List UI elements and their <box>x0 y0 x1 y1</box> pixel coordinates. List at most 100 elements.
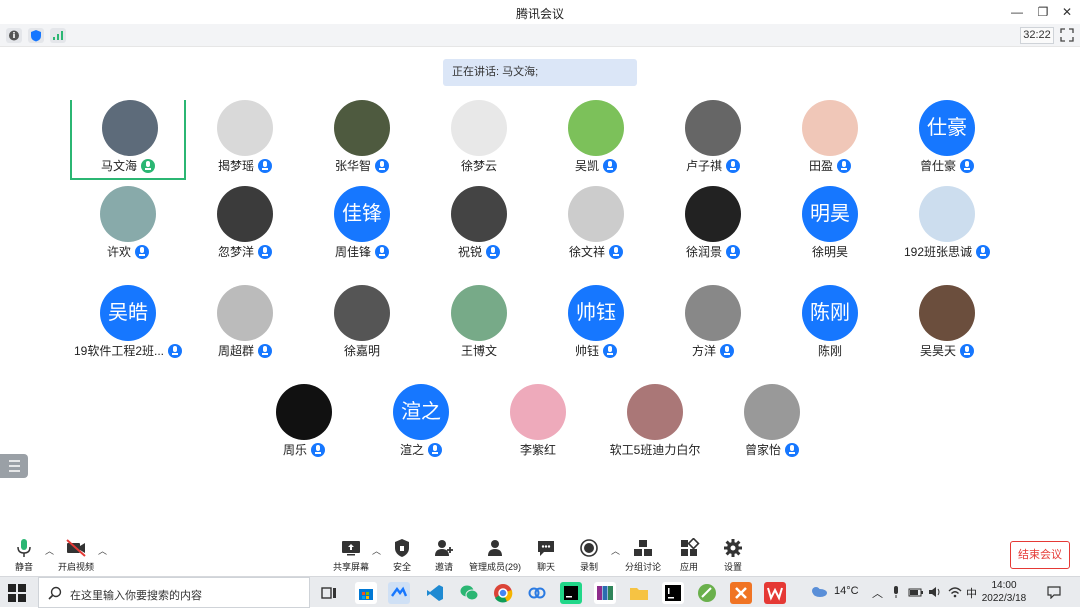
avatar <box>217 186 273 242</box>
chat-label: 聊天 <box>536 562 555 572</box>
notification-icon[interactable] <box>1046 585 1062 602</box>
taskbar-search[interactable]: 在这里输入你要搜索的内容 <box>38 577 310 608</box>
participant-name-row: 周佳锋 <box>304 243 420 261</box>
participant-name-row: 徐明昊 <box>772 243 888 261</box>
wps-icon[interactable] <box>764 582 786 604</box>
chrome-icon[interactable] <box>492 582 514 604</box>
participant-name-row: 192班张思诚 <box>889 243 1005 261</box>
wechat-icon[interactable] <box>458 582 480 604</box>
weather-icon[interactable] <box>810 584 828 601</box>
avatar-initials: 帅钰 <box>576 302 616 324</box>
xampp-icon[interactable] <box>730 582 752 604</box>
participant-tile[interactable]: 徐文祥 <box>538 186 654 266</box>
record-icon <box>580 539 598 557</box>
participant-name: 软工5班迪力白尔 <box>609 443 701 457</box>
participant-name-row: 卢子祺 <box>655 157 771 175</box>
participant-tile[interactable]: 周超群 <box>187 285 303 365</box>
participant-tile[interactable]: 明昊 徐明昊 <box>772 186 888 266</box>
search-icon <box>48 586 62 600</box>
baidu-netdisk-icon[interactable] <box>526 582 548 604</box>
task-view-icon[interactable] <box>318 582 340 604</box>
participant-name-row: 陈刚 <box>772 342 888 360</box>
participant-tile[interactable]: 徐梦云 <box>421 100 537 180</box>
invite-button[interactable]: 邀请 <box>416 538 472 573</box>
winrar-icon[interactable] <box>594 582 616 604</box>
participant-tile[interactable]: 方洋 <box>655 285 771 365</box>
participant-tile[interactable]: 张华智 <box>304 100 420 180</box>
shield-icon[interactable] <box>28 28 44 43</box>
system-clock[interactable]: 14:00 2022/3/18 <box>976 579 1032 605</box>
close-icon[interactable]: ✕ <box>1056 3 1078 21</box>
participant-name-row: 软工5班迪力白尔 <box>597 441 713 459</box>
wifi-icon[interactable] <box>947 585 963 602</box>
share-screen-button[interactable]: 共享屏幕 <box>323 538 379 573</box>
participant-tile[interactable]: 李紫红 <box>480 384 596 464</box>
participant-tile[interactable]: 仕豪 曾仕豪 <box>889 100 1005 180</box>
participant-name-row: 马文海 <box>72 157 184 175</box>
fullscreen-icon[interactable] <box>1060 28 1074 42</box>
participant-tile[interactable]: 曾家怡 <box>714 384 830 464</box>
end-meeting-button[interactable]: 结束会议 <box>1010 541 1070 569</box>
avatar: 仕豪 <box>919 100 975 156</box>
info-icon[interactable] <box>6 28 22 43</box>
participant-tile[interactable]: 王博文 <box>421 285 537 365</box>
microphone-icon <box>603 343 617 358</box>
participant-name: 许欢 <box>106 245 131 259</box>
microphone-icon <box>486 244 500 259</box>
weather-temp[interactable]: 14°C <box>834 585 859 597</box>
restore-icon[interactable]: ❐ <box>1032 3 1054 21</box>
video-options-chevron-icon[interactable]: ︿ <box>98 544 108 556</box>
signal-icon[interactable] <box>50 28 66 43</box>
participant-tile[interactable]: 192班张思诚 <box>889 186 1005 266</box>
participant-tile[interactable]: 吴凯 <box>538 100 654 180</box>
video-button[interactable]: 开启视频 <box>48 538 104 573</box>
manage-members-button[interactable]: 管理成员(29) <box>467 538 523 573</box>
tencent-meeting-taskbar-icon[interactable] <box>388 582 410 604</box>
participant-tile[interactable]: 忽梦洋 <box>187 186 303 266</box>
participant-name: 李紫红 <box>519 443 556 457</box>
vscode-icon[interactable] <box>424 582 446 604</box>
pycharm-icon[interactable] <box>560 582 582 604</box>
battery-icon[interactable] <box>908 585 924 602</box>
intellij-icon[interactable] <box>662 582 684 604</box>
participant-tile[interactable]: 许欢 <box>70 186 186 266</box>
participant-tile[interactable]: 周乐 <box>246 384 362 464</box>
participant-tile[interactable]: 帅钰 帅钰 <box>538 285 654 365</box>
share-label: 共享屏幕 <box>332 562 369 572</box>
participant-name: 张华智 <box>334 159 371 173</box>
participant-tile[interactable]: 徐嘉明 <box>304 285 420 365</box>
tray-chevron-icon[interactable]: ︿ <box>872 585 883 601</box>
tray-mic-icon[interactable] <box>891 585 901 602</box>
avatar <box>685 285 741 341</box>
participant-tile[interactable]: 马文海 <box>70 100 186 180</box>
participant-tile[interactable]: 徐润景 <box>655 186 771 266</box>
window-title: 腾讯会议 <box>515 7 564 21</box>
avatar <box>451 186 507 242</box>
minimize-icon[interactable]: — <box>1006 3 1028 21</box>
avatar <box>276 384 332 440</box>
participant-tile[interactable]: 吴昊天 <box>889 285 1005 365</box>
participant-tile[interactable]: 祝锐 <box>421 186 537 266</box>
participant-tile[interactable]: 田盈 <box>772 100 888 180</box>
windows-start-icon[interactable] <box>8 584 26 602</box>
record-button[interactable]: 录制 <box>561 538 617 573</box>
edraw-icon[interactable] <box>696 582 718 604</box>
speaking-indicator: 正在讲话: 马文海; <box>443 59 637 86</box>
volume-icon[interactable] <box>927 585 943 602</box>
breakout-icon <box>634 540 652 556</box>
settings-button[interactable]: 设置 <box>705 538 761 573</box>
participant-tile[interactable]: 吴皓 19软件工程2班... <box>70 285 186 365</box>
store-icon[interactable] <box>355 582 377 604</box>
members-icon <box>488 540 502 556</box>
avatar <box>627 384 683 440</box>
participant-tile[interactable]: 渲之 渲之 <box>363 384 479 464</box>
list-toggle-button[interactable] <box>0 454 28 478</box>
participant-tile[interactable]: 卢子祺 <box>655 100 771 180</box>
participant-tile[interactable]: 佳锋 周佳锋 <box>304 186 420 266</box>
microphone-icon <box>837 158 851 173</box>
participant-tile[interactable]: 软工5班迪力白尔 <box>597 384 713 464</box>
avatar-initials: 吴皓 <box>108 302 148 324</box>
participant-tile[interactable]: 揭梦瑶 <box>187 100 303 180</box>
participant-tile[interactable]: 陈刚 陈刚 <box>772 285 888 365</box>
file-explorer-icon[interactable] <box>628 582 650 604</box>
